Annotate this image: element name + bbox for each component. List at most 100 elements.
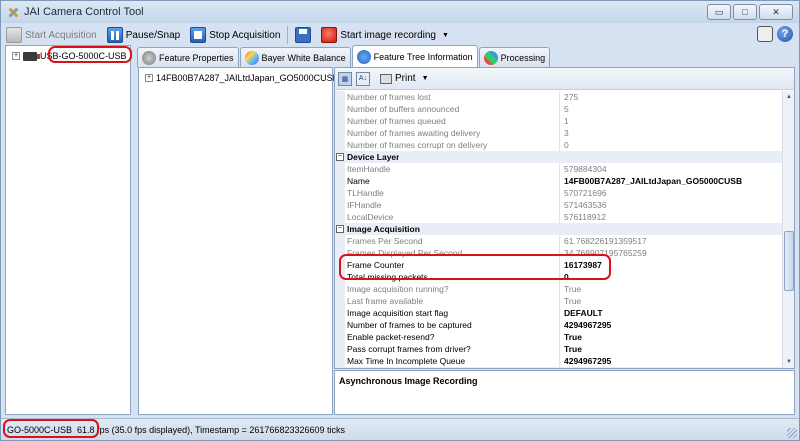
- grid-property-value[interactable]: DEFAULT: [560, 307, 603, 319]
- device-tree-item[interactable]: + USB-GO-5000C-USB: [12, 51, 127, 61]
- close-button[interactable]: ✕: [759, 4, 793, 20]
- grid-property-value[interactable]: 14FB00B7A287_JAILtdJapan_GO5000CUSB: [560, 175, 742, 187]
- grid-property-value: 571463536: [564, 200, 607, 210]
- grid-gutter: [335, 235, 345, 247]
- grid-property-value: 3: [564, 128, 569, 138]
- collapse-icon[interactable]: −: [336, 153, 344, 161]
- grid-property-value: 576118912: [564, 212, 606, 222]
- grid-property-value: 61.768226191359517: [564, 236, 647, 246]
- resize-grip[interactable]: [787, 428, 797, 438]
- grid-property-value[interactable]: True: [560, 331, 582, 343]
- start-acquisition-button[interactable]: Start Acquisition: [3, 25, 100, 45]
- grid-property-value[interactable]: 4294967295: [560, 319, 611, 331]
- expand-icon[interactable]: +: [145, 74, 153, 82]
- categorized-view-icon[interactable]: ▦: [338, 71, 352, 86]
- start-recording-button[interactable]: Start image recording ▼: [318, 25, 452, 45]
- grid-property-row[interactable]: Enable packet-resend? True: [335, 331, 782, 343]
- start-recording-label: Start image recording: [340, 29, 436, 41]
- grid-property-value: 1: [564, 116, 569, 126]
- grid-property-row[interactable]: Number of frames corrupt on delivery 0: [335, 139, 782, 151]
- stop-icon: [190, 27, 207, 43]
- grid-property-name: Enable packet-resend?: [345, 331, 560, 343]
- printer-icon: [380, 73, 392, 84]
- grid-category-row[interactable]: − Device Layer: [335, 151, 782, 163]
- grid-property-row[interactable]: Number of frames to be captured 429496729…: [335, 319, 782, 331]
- tab-feature-tree-information[interactable]: Feature Tree Information: [351, 45, 478, 67]
- grid-gutter: [335, 91, 345, 103]
- grid-property-row[interactable]: IFHandle 571463536: [335, 199, 782, 211]
- device-name[interactable]: USB-GO-5000C-USB: [40, 51, 127, 61]
- stop-acquisition-button[interactable]: Stop Acquisition: [187, 25, 283, 45]
- grid-property-row[interactable]: Frames Per Second 61.768226191359517: [335, 235, 782, 247]
- chevron-down-icon[interactable]: ▼: [422, 75, 429, 82]
- toolbar-separator: [287, 26, 289, 44]
- grid-property-name: TLHandle: [345, 187, 560, 199]
- grid-gutter: [335, 355, 345, 367]
- feature-tree-node-label[interactable]: 14FB00B7A287_JAILtdJapan_GO5000CUSB: [156, 73, 339, 83]
- status-bar: GO-5000C-USB 61.8 fps (35.0 fps displaye…: [1, 418, 799, 440]
- expand-icon[interactable]: +: [12, 52, 20, 60]
- gear-icon: [142, 50, 156, 65]
- tab-label: Processing: [500, 52, 546, 63]
- grid-property-row[interactable]: TLHandle 570721696: [335, 187, 782, 199]
- grid-property-name: Pass corrupt frames from driver?: [345, 343, 560, 355]
- title-bar: JAI Camera Control Tool ▭ □ ✕: [1, 1, 799, 23]
- grid-property-row[interactable]: ItemHandle 579884304: [335, 163, 782, 175]
- tab-label: Bayer White Balance: [261, 52, 346, 63]
- grid-property-row[interactable]: Pass corrupt frames from driver? True: [335, 343, 782, 355]
- tab-feature-properties[interactable]: Feature Properties: [137, 47, 239, 67]
- pause-snap-button[interactable]: Pause/Snap: [104, 25, 184, 45]
- grid-property-row[interactable]: Number of frames awaiting delivery 3: [335, 127, 782, 139]
- grid-property-row[interactable]: Number of buffers announced 5: [335, 103, 782, 115]
- grid-property-value: 5: [564, 104, 569, 114]
- chevron-down-icon[interactable]: ▼: [442, 32, 449, 39]
- grid-property-row[interactable]: Frames Displayed Per Second 34.7689071957…: [335, 247, 782, 259]
- grid-gutter: −: [335, 223, 345, 235]
- start-acquisition-icon: [6, 27, 22, 43]
- feature-tree-node[interactable]: + 14FB00B7A287_JAILtdJapan_GO5000CUSB: [145, 73, 339, 83]
- grid-property-row[interactable]: Total missing packets 0: [335, 271, 782, 283]
- grid-property-value[interactable]: True: [560, 343, 582, 355]
- device-tree-panel: + USB-GO-5000C-USB: [5, 45, 131, 415]
- grid-property-name: Number of frames awaiting delivery: [345, 127, 560, 139]
- grid-gutter: [335, 259, 345, 271]
- camera-icon: [23, 51, 40, 61]
- scrollbar-thumb[interactable]: [784, 231, 794, 291]
- grid-property-value[interactable]: 0: [560, 271, 569, 283]
- grid-property-value[interactable]: 4294967295: [560, 355, 611, 367]
- app-window: JAI Camera Control Tool ▭ □ ✕ Start Acqu…: [0, 0, 800, 441]
- grid-property-row[interactable]: Number of frames queued 1: [335, 115, 782, 127]
- grid-property-row[interactable]: Image acquisition start flag DEFAULT: [335, 307, 782, 319]
- grid-property-row[interactable]: Image acquisition running? True: [335, 283, 782, 295]
- scroll-down-icon[interactable]: ▼: [783, 356, 795, 368]
- maximize-button[interactable]: □: [733, 4, 757, 20]
- minimize-button[interactable]: ▭: [707, 4, 731, 20]
- start-acquisition-label: Start Acquisition: [25, 29, 97, 41]
- grid-gutter: [335, 331, 345, 343]
- collapse-icon[interactable]: −: [336, 225, 344, 233]
- save-button[interactable]: [292, 25, 314, 45]
- scroll-up-icon[interactable]: ▲: [783, 91, 795, 103]
- tab-bayer-white-balance[interactable]: Bayer White Balance: [239, 47, 351, 67]
- grid-category-row[interactable]: −Image Display: [335, 367, 782, 368]
- grid-property-row[interactable]: LocalDevice 576118912: [335, 211, 782, 223]
- info-icon: [356, 49, 371, 64]
- grid-gutter: [335, 139, 345, 151]
- grid-category-row[interactable]: − Image Acquisition: [335, 223, 782, 235]
- grid-property-row[interactable]: Last frame available True: [335, 295, 782, 307]
- print-button[interactable]: Print ▼: [380, 73, 429, 84]
- grid-property-row[interactable]: Name 14FB00B7A287_JAILtdJapan_GO5000CUSB: [335, 175, 782, 187]
- sort-alphabetical-icon[interactable]: A↓: [356, 71, 370, 86]
- grid-property-row[interactable]: Number of frames lost 275: [335, 91, 782, 103]
- grid-property-row[interactable]: Max Time In Incomplete Queue 4294967295: [335, 355, 782, 367]
- grid-property-value[interactable]: 16173987: [560, 259, 602, 271]
- vertical-scrollbar[interactable]: ▲ ▼: [782, 91, 794, 368]
- app-logo-icon: [6, 5, 20, 19]
- tab-label: Feature Properties: [159, 52, 234, 63]
- grid-property-row[interactable]: Frame Counter 16173987: [335, 259, 782, 271]
- grid-property-name: Number of buffers announced: [345, 103, 560, 115]
- help-icon[interactable]: ?: [777, 26, 793, 42]
- settings-tool-icon[interactable]: [757, 26, 773, 42]
- processing-icon: [483, 50, 498, 65]
- tab-processing[interactable]: Processing: [478, 47, 551, 67]
